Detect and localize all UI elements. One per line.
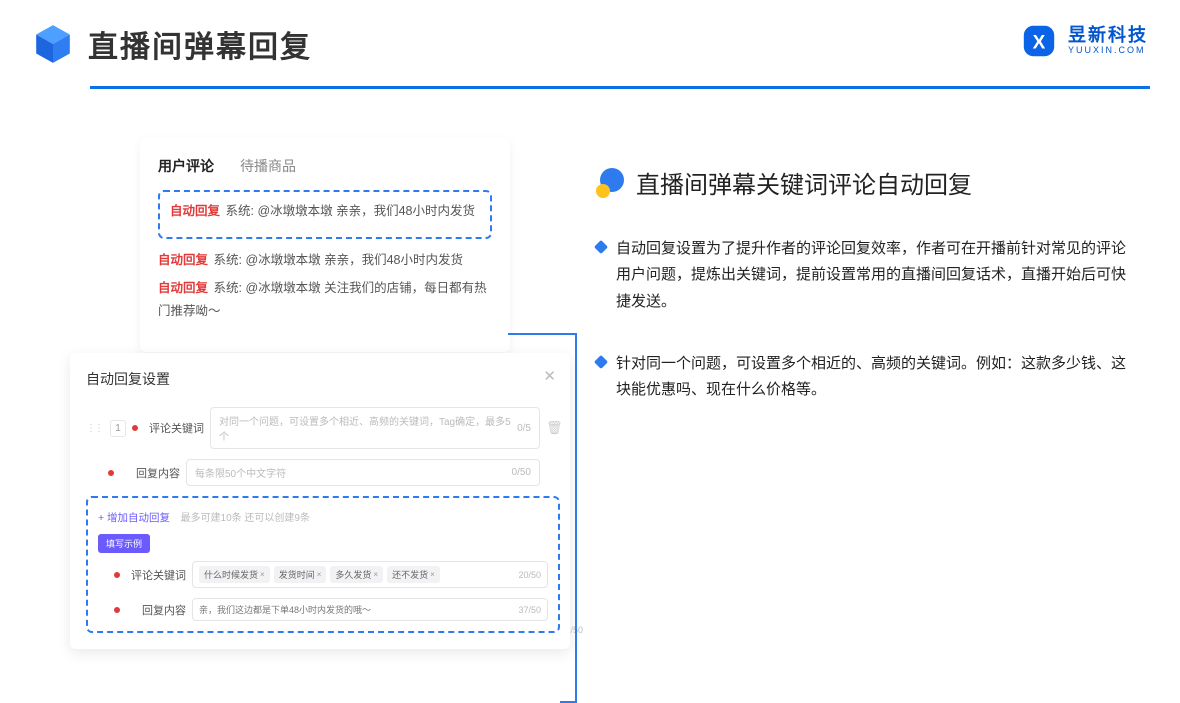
section-title: 直播间弹幕关键词评论自动回复 [636, 165, 972, 200]
keyword-chip[interactable]: 发货时间× [274, 566, 327, 583]
connector-line [508, 333, 577, 335]
keyword-label: 评论关键词 [144, 420, 204, 436]
char-count: 0/5 [517, 423, 531, 434]
svg-text:X: X [1033, 33, 1046, 54]
close-icon[interactable]: ✕ [543, 367, 556, 385]
ex-content-text: 亲，我们这边都是下单48小时内发货的哦～ [199, 603, 371, 616]
comment-text: 系统: @冰墩墩本墩 亲亲，我们48小时内发货 [226, 204, 476, 218]
bubble-icon [596, 168, 626, 198]
bullet-text: 自动回复设置为了提升作者的评论回复效率，作者可在开播前针对常见的评论用户问题，提… [616, 236, 1132, 315]
required-dot-icon [114, 572, 120, 578]
header-divider [90, 86, 1150, 89]
header: 直播间弹幕回复 X 昱新科技 YUUXIN.COM [32, 22, 1148, 66]
ex-keyword-label: 评论关键词 [126, 567, 186, 583]
diamond-icon [594, 240, 608, 254]
char-count: 20/50 [518, 570, 541, 580]
char-count: 37/50 [518, 605, 541, 615]
auto-reply-tag: 自动回复 [158, 281, 208, 295]
auto-reply-tag: 自动回复 [170, 204, 220, 218]
trash-icon[interactable]: 🗑 [546, 420, 560, 436]
ex-keyword-input[interactable]: 什么时候发货× 发货时间× 多久发货× 还不发货× 20/50 [192, 561, 548, 588]
right-column: 直播间弹幕关键词评论自动回复 自动回复设置为了提升作者的评论回复效率，作者可在开… [596, 165, 1132, 439]
required-dot-icon [108, 470, 114, 476]
brand-name-cn: 昱新科技 [1068, 26, 1148, 46]
keyword-input[interactable]: 对同一个问题，可设置多个相近、高频的关键词，Tag确定，最多5个 0/5 [210, 407, 540, 449]
add-auto-reply-link[interactable]: + 增加自动回复 [98, 510, 170, 525]
example-section: + 增加自动回复 最多可建10条 还可以创建9条 填写示例 评论关键词 什么时候… [86, 496, 560, 633]
comment-text: 系统: @冰墩墩本墩 亲亲，我们48小时内发货 [214, 253, 464, 267]
content-label: 回复内容 [120, 465, 180, 481]
example-pill: 填写示例 [98, 534, 150, 553]
cube-icon [32, 23, 74, 65]
diamond-icon [594, 355, 608, 369]
mockup-group: 用户评论 待播商品 自动回复 系统: @冰墩墩本墩 亲亲，我们48小时内发货 自… [70, 128, 570, 628]
ex-content-label: 回复内容 [126, 602, 186, 618]
content-input[interactable]: 每条限50个中文字符 0/50 [186, 459, 540, 486]
row-index: 1 [110, 420, 126, 437]
brand-icon: X [1020, 22, 1058, 60]
keyword-chip[interactable]: 多久发货× [330, 566, 383, 583]
settings-card: 自动回复设置 ✕ ⋮⋮ 1 评论关键词 对同一个问题，可设置多个相近、高频的关键… [70, 353, 570, 649]
add-note: 最多可建10条 还可以创建9条 [181, 513, 310, 524]
keyword-chip[interactable]: 还不发货× [387, 566, 440, 583]
ex-content-input[interactable]: 亲，我们这边都是下单48小时内发货的哦～ 37/50 [192, 598, 548, 621]
connector-line [575, 333, 577, 703]
required-dot-icon [114, 607, 120, 613]
tab-user-comments[interactable]: 用户评论 [158, 156, 214, 176]
keyword-chip[interactable]: 什么时候发货× [199, 566, 270, 583]
brand-name-en: YUUXIN.COM [1068, 46, 1148, 56]
tab-pending-goods[interactable]: 待播商品 [240, 156, 296, 176]
placeholder-text: 对同一个问题，可设置多个相近、高频的关键词，Tag确定，最多5个 [219, 413, 517, 443]
highlighted-comment: 自动回复 系统: @冰墩墩本墩 亲亲，我们48小时内发货 [158, 190, 492, 239]
page-title: 直播间弹幕回复 [88, 22, 312, 66]
required-dot-icon [132, 425, 138, 431]
char-count: 0/50 [512, 467, 531, 478]
placeholder-text: 每条限50个中文字符 [195, 465, 286, 480]
settings-title: 自动回复设置 [86, 369, 560, 389]
bullet-text: 针对同一个问题，可设置多个相近的、高频的关键词。例如：这款多少钱、这块能优惠吗、… [616, 351, 1132, 404]
comments-card: 用户评论 待播商品 自动回复 系统: @冰墩墩本墩 亲亲，我们48小时内发货 自… [140, 138, 510, 352]
auto-reply-tag: 自动回复 [158, 253, 208, 267]
drag-icon[interactable]: ⋮⋮ [86, 423, 102, 434]
